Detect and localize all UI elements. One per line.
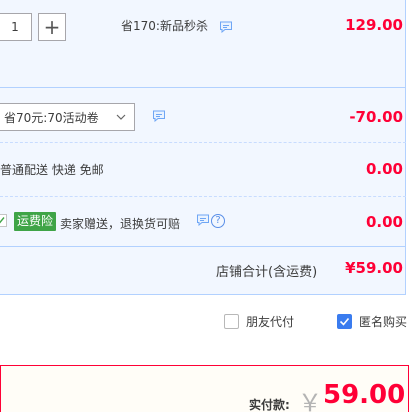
insurance-text: 卖家赠送，退换货可赔 xyxy=(60,217,181,231)
quantity-input[interactable]: 1 xyxy=(0,13,32,41)
friend-pay-option[interactable]: 朋友代付 xyxy=(224,313,294,330)
shipping-price: 0.00 xyxy=(365,160,403,178)
payment-amount: 59.00 xyxy=(323,380,406,410)
section-divider xyxy=(0,142,406,143)
chevron-down-icon xyxy=(116,114,126,120)
friend-pay-checkbox[interactable] xyxy=(224,314,239,329)
coupon-discount: -70.00 xyxy=(349,108,403,126)
checkmark-icon xyxy=(339,317,350,326)
coupon-selected-label: 省70元:70活动卷 xyxy=(4,110,99,125)
promo-text: 省170:新品秒杀 xyxy=(121,19,208,33)
order-panel xyxy=(0,0,406,295)
currency-symbol: ￥ xyxy=(298,389,322,412)
coupon-select[interactable]: 省70元:70活动卷 xyxy=(0,103,135,131)
store-total-value: ¥59.00 xyxy=(345,259,403,277)
checkmark-icon xyxy=(0,217,5,224)
chat-icon[interactable] xyxy=(196,214,210,226)
plus-icon: + xyxy=(43,15,61,39)
item-price: 129.00 xyxy=(345,16,403,34)
shipping-method: 普通配送 快递 免邮 xyxy=(0,163,104,177)
section-divider xyxy=(0,196,406,197)
quantity-value: 1 xyxy=(11,20,19,34)
anonymous-label: 匿名购买 xyxy=(359,315,408,329)
chat-icon[interactable] xyxy=(219,21,233,33)
section-divider xyxy=(0,87,406,88)
section-divider xyxy=(0,246,406,247)
chat-icon[interactable] xyxy=(152,110,166,122)
store-total-label: 店铺合计(含运费) xyxy=(216,265,318,280)
insurance-badge: 运费险 xyxy=(14,212,57,231)
payment-summary: 实付款: ￥ 59.00 xyxy=(0,365,409,412)
quantity-plus-button[interactable]: + xyxy=(38,13,66,41)
question-icon[interactable]: ? xyxy=(211,214,225,228)
payment-label: 实付款: xyxy=(249,398,290,412)
anonymous-option[interactable]: 匿名购买 xyxy=(337,313,407,330)
insurance-price: 0.00 xyxy=(365,213,403,231)
anonymous-checkbox[interactable] xyxy=(337,314,352,329)
friend-pay-label: 朋友代付 xyxy=(246,315,295,329)
insurance-checkbox[interactable] xyxy=(0,214,7,227)
